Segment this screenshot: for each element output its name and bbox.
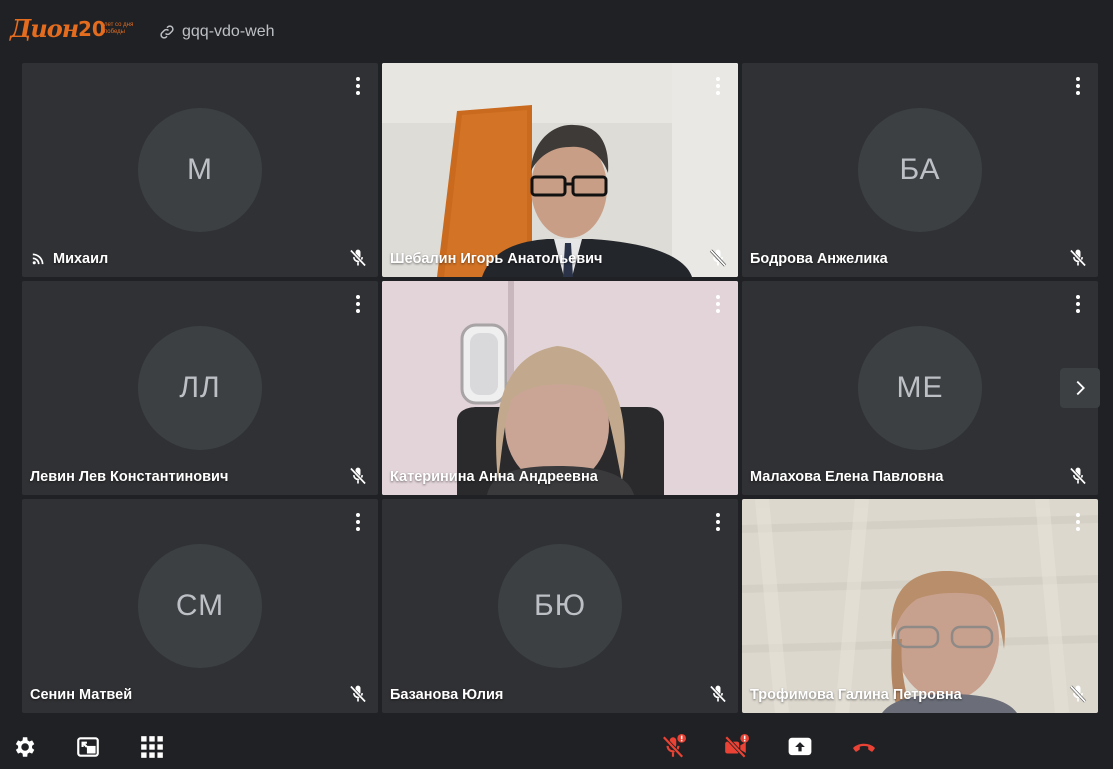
participant-name-text: Катеринина Анна Андреевна — [390, 469, 598, 485]
mic-off-icon — [349, 467, 367, 485]
more-options-icon[interactable] — [710, 295, 726, 313]
end-call-icon — [853, 743, 875, 752]
mic-off-icon — [709, 685, 727, 703]
participant-avatar: БА — [858, 108, 982, 232]
participant-name-text: Трофимова Галина Петровна — [750, 687, 962, 703]
apps-grid-icon — [141, 736, 163, 758]
mic-off-icon — [1069, 467, 1087, 485]
participant-tile[interactable]: БЮ Базанова Юлия — [382, 499, 738, 713]
link-icon — [160, 25, 174, 39]
pip-icon — [77, 737, 99, 757]
next-page-button[interactable] — [1060, 368, 1100, 408]
logo-number: 20 — [78, 17, 106, 41]
participant-video — [382, 63, 738, 277]
participant-tile[interactable]: СМ Сенин Матвей — [22, 499, 378, 713]
participant-name: Катеринина Анна Андреевна — [390, 469, 598, 485]
more-options-icon[interactable] — [1070, 77, 1086, 95]
participant-video — [742, 499, 1098, 713]
participant-avatar: ЛЛ — [138, 326, 262, 450]
settings-icon — [15, 737, 35, 757]
participant-tile[interactable]: БА Бодрова Анжелика — [742, 63, 1098, 277]
more-options-icon[interactable] — [350, 295, 366, 313]
logo-brand: Дион — [10, 14, 79, 43]
participant-name: Шебалин Игорь Анатольевич — [390, 251, 602, 267]
participant-name: Трофимова Галина Петровна — [750, 687, 962, 703]
participant-video — [382, 281, 738, 495]
participant-name: Бодрова Анжелика — [750, 251, 888, 267]
participant-name-text: Бодрова Анжелика — [750, 251, 888, 267]
toggle-camera-button[interactable] — [723, 734, 749, 760]
mic-off-warning-icon — [662, 734, 686, 759]
participant-tile[interactable]: М Михаил — [22, 63, 378, 277]
participant-tile[interactable]: Катеринина Анна Андреевна — [382, 281, 738, 495]
settings-button[interactable] — [11, 734, 37, 760]
participant-name-text: Михаил — [53, 250, 109, 267]
participant-name-text: Сенин Матвей — [30, 687, 133, 703]
participant-name-text: Левин Лев Константинович — [30, 469, 229, 485]
more-options-icon[interactable] — [1070, 513, 1086, 531]
toggle-mic-button[interactable] — [660, 734, 686, 760]
more-options-icon[interactable] — [710, 77, 726, 95]
participant-avatar: СМ — [138, 544, 262, 668]
participant-name: Базанова Юлия — [390, 687, 503, 703]
mic-off-icon — [1069, 685, 1087, 703]
meeting-code[interactable]: gqq-vdo-weh — [158, 21, 275, 43]
mic-off-icon — [709, 249, 727, 267]
participant-name: Левин Лев Константинович — [30, 469, 228, 485]
participant-name: Михаил — [30, 250, 108, 267]
participant-avatar: БЮ — [498, 544, 622, 668]
participant-tile[interactable]: МЕ Малахова Елена Павловна — [742, 281, 1098, 495]
participant-name-text: Шебалин Игорь Анатольевич — [390, 251, 603, 267]
picture-in-picture-button[interactable] — [75, 734, 101, 760]
mic-off-icon — [1069, 249, 1087, 267]
participant-avatar: МЕ — [858, 326, 982, 450]
chevron-right-icon — [1076, 380, 1085, 396]
participant-name: Сенин Матвей — [30, 687, 132, 703]
apps-button[interactable] — [139, 734, 165, 760]
more-options-icon[interactable] — [1070, 295, 1086, 313]
logo-tagline: лет со дня победы — [104, 22, 134, 35]
participant-tile[interactable]: Трофимова Галина Петровна — [742, 499, 1098, 713]
participant-name-text: Базанова Юлия — [390, 687, 504, 703]
more-options-icon[interactable] — [350, 77, 366, 95]
broadcast-icon — [32, 253, 44, 265]
bottom-toolbar — [0, 722, 1113, 769]
participant-avatar: М — [138, 108, 262, 232]
brand-logo: Дион 20 лет со дня победы — [10, 12, 140, 54]
participant-name-text: Малахова Елена Павловна — [750, 469, 944, 485]
share-screen-button[interactable] — [787, 734, 813, 760]
share-screen-icon — [788, 737, 812, 756]
mic-off-icon — [349, 249, 367, 267]
more-options-icon[interactable] — [350, 513, 366, 531]
participant-tile[interactable]: Шебалин Игорь Анатольевич — [382, 63, 738, 277]
meeting-code-text: gqq-vdo-weh — [182, 23, 275, 40]
camera-off-warning-icon — [724, 734, 749, 759]
end-call-button[interactable] — [851, 734, 877, 760]
more-options-icon[interactable] — [710, 513, 726, 531]
mic-off-icon — [349, 685, 367, 703]
participant-name: Малахова Елена Павловна — [750, 469, 943, 485]
participant-tile[interactable]: ЛЛ Левин Лев Константинович — [22, 281, 378, 495]
top-bar: Дион 20 лет со дня победы gqq-vdo-weh — [0, 0, 1113, 62]
